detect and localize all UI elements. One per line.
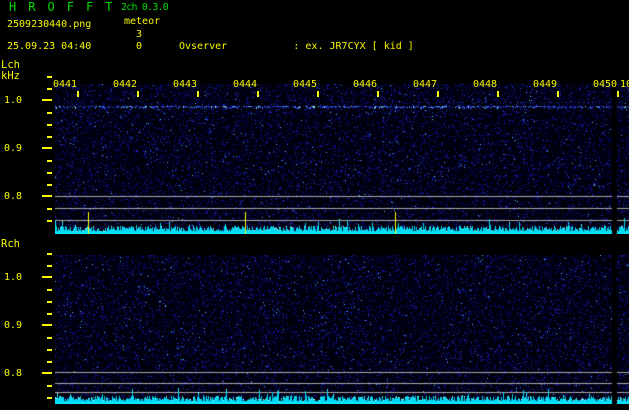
mode-label: meteor bbox=[124, 16, 161, 27]
freq-tick-minor bbox=[47, 88, 52, 90]
time-label: 0442 bbox=[113, 79, 138, 90]
time-label: 0447 bbox=[413, 79, 438, 90]
freq-tick-major bbox=[42, 99, 52, 101]
freq-tick-major bbox=[42, 324, 52, 326]
freq-tick-label: 0.9 bbox=[4, 143, 23, 154]
time-label: 0443 bbox=[173, 79, 198, 90]
time-label: 0441 bbox=[53, 79, 78, 90]
freq-tick-major bbox=[42, 147, 52, 149]
observer-line: Ovserver : ex. JR7CYX [ kid ] bbox=[179, 41, 414, 52]
freq-tick-minor bbox=[47, 301, 52, 303]
app-version: 2ch 0.3.0 bbox=[121, 2, 169, 13]
time-tick bbox=[437, 91, 439, 97]
rch-spectrogram bbox=[55, 255, 629, 404]
freq-tick-minor bbox=[47, 160, 52, 162]
meteor-count-lch: 3 bbox=[136, 29, 143, 40]
freq-tick-minor bbox=[47, 172, 52, 174]
freq-tick-label: 0.9 bbox=[4, 320, 23, 331]
rch-axis-label: Rch bbox=[1, 238, 20, 250]
freq-tick-label: 0.8 bbox=[4, 368, 23, 379]
freq-tick-minor bbox=[47, 289, 52, 291]
freq-tick-minor bbox=[47, 112, 52, 114]
freq-tick-minor bbox=[47, 76, 52, 78]
freq-tick-major bbox=[42, 195, 52, 197]
app-title: H R O F F T bbox=[9, 0, 115, 14]
freq-tick-minor bbox=[47, 265, 52, 267]
freq-tick-minor bbox=[47, 361, 52, 363]
freq-tick-major bbox=[42, 372, 52, 374]
time-tick bbox=[557, 91, 559, 97]
freq-tick-major bbox=[42, 276, 52, 278]
freq-tick-minor bbox=[47, 253, 52, 255]
time-label: 0444 bbox=[233, 79, 258, 90]
meteor-count-rch: 0 bbox=[136, 41, 143, 52]
freq-tick-label: 1.0 bbox=[4, 272, 23, 283]
observation-datetime: 25.09.23 04:40 bbox=[7, 41, 92, 52]
time-tick bbox=[77, 91, 79, 97]
output-filename: 2509230440.png bbox=[7, 19, 92, 30]
time-tick bbox=[377, 91, 379, 97]
time-label: 0445 bbox=[293, 79, 318, 90]
freq-tick-minor bbox=[47, 124, 52, 126]
time-tick bbox=[617, 91, 619, 97]
hrofft-screen: H R O F F T 2ch 0.3.0 2509230440.png met… bbox=[0, 0, 629, 410]
time-label: 0446 bbox=[353, 79, 378, 90]
freq-tick-minor bbox=[47, 313, 52, 315]
freq-tick-minor bbox=[47, 208, 52, 210]
freq-tick-label: 0.8 bbox=[4, 191, 23, 202]
time-tick bbox=[317, 91, 319, 97]
time-label: 0450 bbox=[593, 79, 618, 90]
freq-tick-minor bbox=[47, 397, 52, 399]
freq-tick-minor bbox=[47, 337, 52, 339]
time-tick bbox=[497, 91, 499, 97]
freq-tick-minor bbox=[47, 220, 52, 222]
freq-tick-label: 1.0 bbox=[4, 95, 23, 106]
time-label: 0448 bbox=[473, 79, 498, 90]
freq-tick-minor bbox=[47, 136, 52, 138]
time-tick bbox=[257, 91, 259, 97]
time-tick bbox=[137, 91, 139, 97]
freq-tick-minor bbox=[47, 349, 52, 351]
lch-spectrogram bbox=[55, 84, 629, 234]
time-label: 0449 bbox=[533, 79, 558, 90]
time-label-clipped: 10 bbox=[620, 79, 629, 90]
freq-tick-minor bbox=[47, 385, 52, 387]
freq-tick-minor bbox=[47, 184, 52, 186]
time-tick bbox=[197, 91, 199, 97]
lch-axis-unit: kHz bbox=[1, 70, 20, 82]
